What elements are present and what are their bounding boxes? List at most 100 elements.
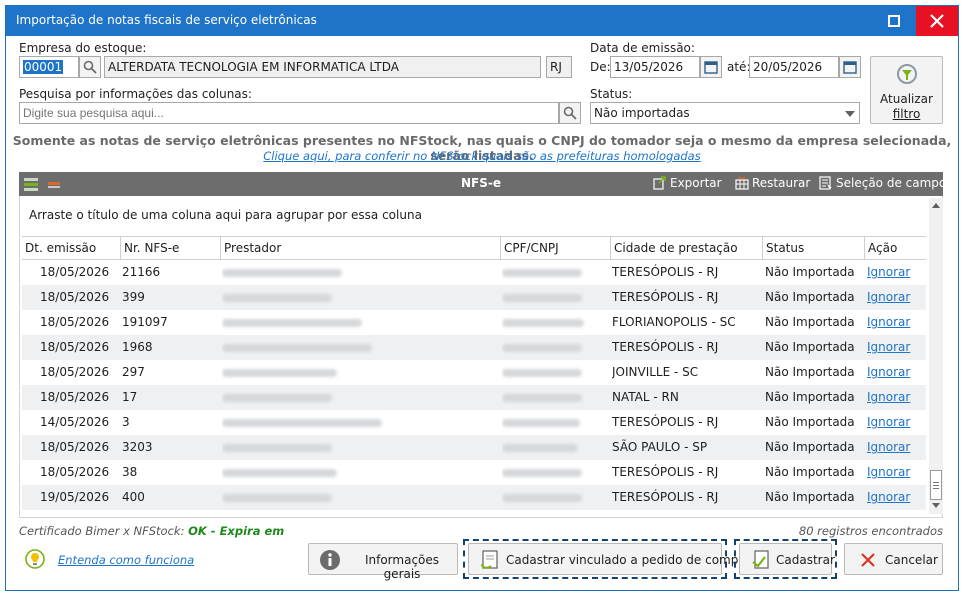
ignorar-link[interactable]: Ignorar <box>867 340 910 354</box>
informacoes-gerais-button[interactable]: Informações gerais <box>308 543 458 581</box>
cell-acao: Ignorar <box>867 335 925 360</box>
col-nr-nfse[interactable]: Nr. NFS-e <box>120 237 220 259</box>
calendar-icon <box>843 61 857 74</box>
table-row[interactable]: 18/05/2026 1968 TERESÓPOLIS - RJ Não Import… <box>22 335 926 360</box>
ignorar-link[interactable]: Ignorar <box>867 390 910 404</box>
table-row[interactable]: 18/05/2026 191097 FLORIANOPOLIS - SC Não Im… <box>22 310 926 335</box>
ignorar-link[interactable]: Ignorar <box>867 490 910 504</box>
table-row[interactable]: 18/05/2026 297 JOINVILLE - SC Não Importada… <box>22 360 926 385</box>
cell-status: Não Importada <box>765 315 855 329</box>
grid-scrollbar[interactable] <box>929 198 943 514</box>
empresa-name-field: ALTERDATA TECNOLOGIA EM INFORMATICA LTDA <box>104 56 541 78</box>
pesquisa-input[interactable] <box>19 102 559 124</box>
cell-prestador-redacted <box>222 410 498 435</box>
exportar-button[interactable]: Exportar <box>653 176 722 190</box>
table-row[interactable]: 18/05/2026 399 TERESÓPOLIS - RJ Não Importa… <box>22 285 926 310</box>
pesquisa-search-button[interactable] <box>559 102 581 124</box>
title-bar: Importação de notas fiscais de serviço e… <box>6 6 958 36</box>
cell-cpf-redacted <box>502 260 608 285</box>
table-row[interactable]: 18/05/2026 3203 SÃO PAULO - SP Não Importad… <box>22 435 926 460</box>
entenda-link[interactable]: Entenda como funciona <box>58 553 194 567</box>
col-prestador[interactable]: Prestador <box>220 237 500 259</box>
ate-date-input[interactable]: 20/05/2026 <box>749 56 839 78</box>
cancelar-button[interactable]: Cancelar <box>844 543 943 575</box>
table-row[interactable]: 18/05/2026 21166 TERESÓPOLIS - RJ Não Impor… <box>22 260 926 285</box>
prefeituras-link[interactable]: Clique aqui, para conferir no NFStock qu… <box>263 149 700 163</box>
lightbulb-icon <box>25 549 45 569</box>
cell-prestador-redacted <box>222 310 498 335</box>
table-row[interactable]: 18/05/2026 38 TERESÓPOLIS - RJ Não Importad… <box>22 460 926 485</box>
ignorar-link[interactable]: Ignorar <box>867 415 910 429</box>
cell-cidade: TERESÓPOLIS - RJ <box>612 290 719 304</box>
ignorar-link[interactable]: Ignorar <box>867 265 910 279</box>
cell-acao: Ignorar <box>867 260 925 285</box>
window-title: Importação de notas fiscais de serviço e… <box>16 13 317 27</box>
de-calendar-button[interactable] <box>700 56 722 78</box>
cell-prestador-redacted <box>222 260 498 285</box>
cell-nr-nfse: 191097 <box>122 315 168 329</box>
ignorar-link[interactable]: Ignorar <box>867 365 910 379</box>
data-emissao-label: Data de emissão: <box>590 41 695 55</box>
group-by-hint[interactable]: Arraste o título de uma coluna aqui para… <box>29 208 422 222</box>
empresa-label: Empresa do estoque: <box>19 41 147 55</box>
cell-acao: Ignorar <box>867 285 925 310</box>
cell-status: Não Importada <box>765 390 855 404</box>
table-row[interactable]: 14/05/2026 3 TERESÓPOLIS - RJ Não Importada… <box>22 410 926 435</box>
cell-prestador-redacted <box>222 360 498 385</box>
exportar-label: Exportar <box>670 176 722 190</box>
cell-acao: Ignorar <box>867 485 925 510</box>
atualizar-filtro-button[interactable]: Atualizar filtro <box>870 56 943 124</box>
cell-dt-emissao: 18/05/2026 <box>40 365 110 379</box>
cell-nr-nfse: 297 <box>122 365 145 379</box>
cell-cidade: SÃO PAULO - SP <box>612 440 708 454</box>
status-select[interactable]: Não importadas <box>590 102 860 124</box>
cell-cidade: TERESÓPOLIS - RJ <box>612 415 719 429</box>
table-row[interactable]: 18/05/2026 17 NATAL - RN Não Importada Ignor… <box>22 385 926 410</box>
export-icon <box>653 176 666 190</box>
restaurar-button[interactable]: Restaurar <box>735 176 810 190</box>
close-button[interactable] <box>916 6 958 36</box>
scroll-thumb[interactable] <box>930 470 942 500</box>
cell-cpf-redacted <box>502 360 608 385</box>
col-acao[interactable]: Ação <box>864 237 926 259</box>
cell-status: Não Importada <box>765 340 855 354</box>
de-date-input[interactable]: 13/05/2026 <box>610 56 700 78</box>
ignorar-link[interactable]: Ignorar <box>867 465 910 479</box>
col-cpf-cnpj[interactable]: CPF/CNPJ <box>500 237 610 259</box>
cell-dt-emissao: 18/05/2026 <box>40 315 110 329</box>
cadastrar-button[interactable]: Cadastrar <box>739 543 835 575</box>
cell-acao: Ignorar <box>867 460 925 485</box>
ate-calendar-button[interactable] <box>839 56 861 78</box>
cell-cidade: TERESÓPOLIS - RJ <box>612 465 719 479</box>
cell-cidade: TERESÓPOLIS - RJ <box>612 265 719 279</box>
pesquisa-label: Pesquisa por informações das colunas: <box>19 87 252 101</box>
cell-dt-emissao: 18/05/2026 <box>40 465 110 479</box>
cadastrar-vinculado-button[interactable]: Cadastrar vinculado a pedido de compra <box>468 543 751 575</box>
cell-nr-nfse: 400 <box>122 490 145 504</box>
cell-prestador-redacted <box>222 335 498 360</box>
ignorar-link[interactable]: Ignorar <box>867 440 910 454</box>
empresa-code-input[interactable]: 00001 <box>19 56 79 78</box>
ignorar-link[interactable]: Ignorar <box>867 290 910 304</box>
col-cidade[interactable]: Cidade de prestação <box>610 237 762 259</box>
scroll-down-icon[interactable] <box>932 503 940 508</box>
field-selection-icon <box>819 176 832 190</box>
col-dt-emissao[interactable]: Dt. emissão <box>22 237 120 259</box>
scroll-up-icon[interactable] <box>932 203 940 208</box>
empresa-search-button[interactable] <box>79 56 101 78</box>
maximize-button[interactable] <box>873 6 915 36</box>
grid-column-headers: Dt. emissão Nr. NFS-e Prestador CPF/CNPJ… <box>22 236 926 260</box>
grid-toolbar: NFS-e Exportar Restaurar Seleção de camp… <box>19 172 953 196</box>
cell-prestador-redacted <box>222 285 498 310</box>
ignorar-link[interactable]: Ignorar <box>867 315 910 329</box>
selecao-campos-button[interactable]: Seleção de campos <box>819 176 953 190</box>
cell-cpf-redacted <box>502 460 608 485</box>
empresa-uf-field: RJ <box>546 56 572 78</box>
nfse-grid: Arraste o título de uma coluna aqui para… <box>19 196 943 518</box>
table-row[interactable]: 19/05/2026 400 TERESÓPOLIS - RJ Não Importa… <box>22 485 926 510</box>
selecao-label: Seleção de campos <box>836 176 953 190</box>
col-status[interactable]: Status <box>762 237 864 259</box>
cancel-x-icon <box>861 553 875 567</box>
empresa-code-value: 00001 <box>23 60 64 74</box>
cell-nr-nfse: 399 <box>122 290 145 304</box>
